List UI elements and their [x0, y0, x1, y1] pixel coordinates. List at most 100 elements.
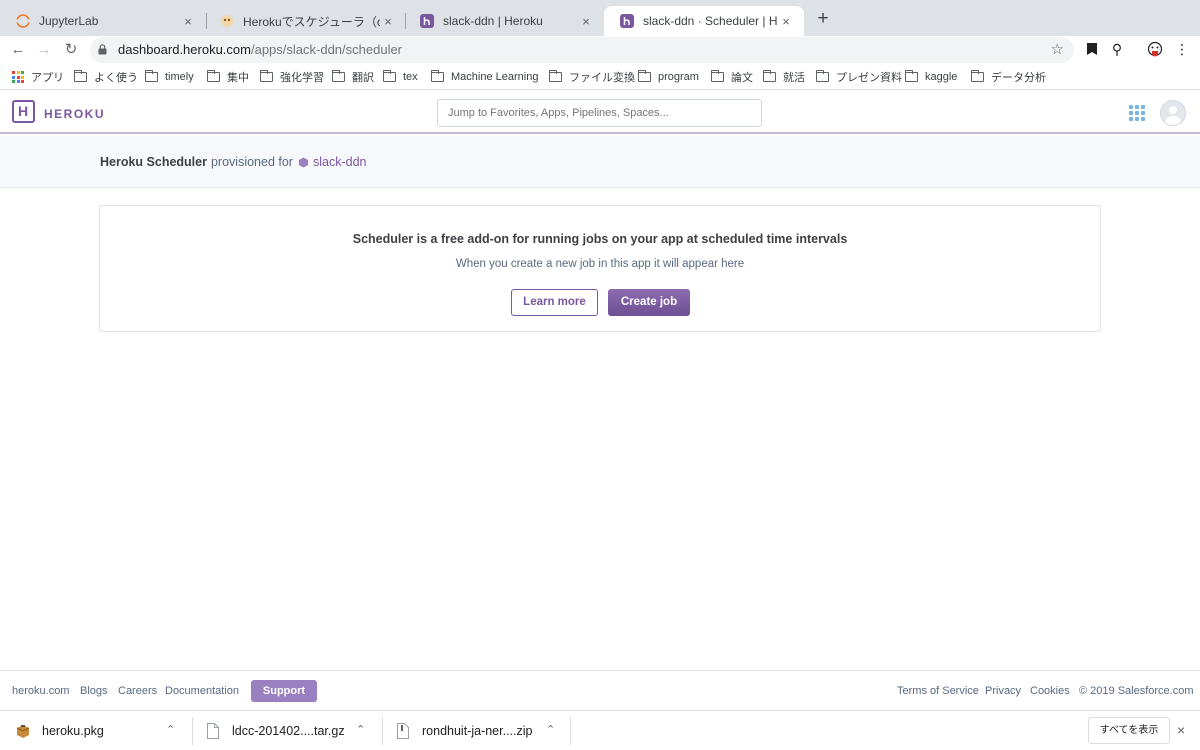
star-icon[interactable]: ☆ — [1051, 40, 1064, 58]
bookmark-folder[interactable]: 翻訳 — [332, 70, 374, 84]
bookmark-folder[interactable]: データ分析 — [971, 70, 1046, 84]
footer-link-heroku[interactable]: heroku.com — [12, 685, 69, 697]
lock-icon — [98, 44, 107, 55]
folder-icon — [74, 70, 87, 82]
jupyter-icon — [16, 14, 30, 28]
folder-icon — [145, 70, 158, 82]
download-divider — [570, 717, 571, 745]
download-item[interactable]: ldcc-201402....tar.gz ⌃ — [206, 711, 376, 750]
browser-tab-strip: JupyterLab × Herokuでスケジューラ（cron）を × slac… — [0, 0, 1200, 36]
folder-icon — [332, 70, 345, 82]
addon-subheader: Heroku Scheduler provisioned for slack-d… — [0, 136, 1200, 188]
search-extension-icon[interactable]: ⚲ — [1108, 40, 1126, 58]
folder-icon — [905, 70, 918, 82]
create-job-button[interactable]: Create job — [608, 289, 690, 316]
bookmark-folder[interactable]: プレゼン資料 — [816, 70, 902, 84]
support-button[interactable]: Support — [251, 680, 317, 702]
url-text: dashboard.heroku.com/apps/slack-ddn/sche… — [118, 42, 402, 57]
bookmark-label: ファイル変換 — [569, 72, 635, 84]
provisioned-label: provisioned for — [210, 155, 293, 169]
addon-name: Heroku Scheduler — [100, 155, 207, 169]
heroku-favicon-icon — [620, 14, 634, 28]
heroku-favicon-icon — [420, 14, 434, 28]
tab-heroku-scheduler-article[interactable]: Herokuでスケジューラ（cron）を × — [204, 6, 406, 36]
close-icon[interactable]: × — [578, 14, 594, 29]
download-item[interactable]: rondhuit-ja-ner....zip ⌃ — [396, 711, 566, 750]
close-icon[interactable]: × — [778, 14, 794, 29]
download-divider — [192, 717, 193, 745]
app-link[interactable]: slack-ddn — [313, 155, 367, 169]
face-extension-icon[interactable] — [1146, 40, 1164, 58]
bookmark-folder[interactable]: 論文 — [711, 70, 753, 84]
bookmark-folder[interactable]: ファイル変換 — [549, 70, 635, 84]
heroku-brand[interactable]: HEROKU — [44, 107, 105, 121]
bookmark-label: 論文 — [731, 72, 753, 84]
empty-state-subtitle: When you create a new job in this app it… — [455, 258, 745, 270]
close-icon[interactable]: × — [180, 14, 196, 29]
bookmark-label: program — [658, 71, 699, 83]
bookmark-folder[interactable]: 集中 — [207, 70, 249, 84]
bookmark-apps[interactable]: アプリ — [12, 70, 64, 84]
forward-arrow-icon[interactable]: → — [35, 41, 53, 59]
empty-state-card: Scheduler is a free add-on for running j… — [99, 205, 1101, 332]
reload-icon[interactable]: ↻ — [62, 41, 80, 59]
breadcrumb: Heroku Scheduler provisioned for slack-d… — [100, 155, 366, 169]
bookmark-folder[interactable]: kaggle — [905, 70, 957, 84]
bookmark-folder[interactable]: tex — [383, 70, 418, 84]
tab-slack-ddn[interactable]: slack-ddn | Heroku × — [404, 6, 604, 36]
download-filename: ldcc-201402....tar.gz — [232, 724, 345, 738]
learn-more-button[interactable]: Learn more — [511, 289, 598, 316]
app-hexagon-icon — [298, 156, 309, 168]
footer-link-blogs[interactable]: Blogs — [80, 685, 108, 697]
bookmark-folder[interactable]: 強化学習 — [260, 70, 324, 84]
bookmark-folder[interactable]: 就活 — [763, 70, 805, 84]
chevron-up-icon[interactable]: ⌃ — [356, 723, 365, 736]
apps-grid-icon — [12, 71, 24, 83]
browser-menu-icon[interactable]: ⋮ — [1173, 40, 1191, 58]
download-item[interactable]: heroku.pkg ⌃ — [16, 711, 186, 750]
bookmark-folder[interactable]: program — [638, 70, 699, 84]
folder-icon — [431, 70, 444, 82]
footer-link-documentation[interactable]: Documentation — [165, 685, 239, 697]
heroku-logo-icon[interactable]: H — [12, 100, 35, 123]
bookmark-label: データ分析 — [991, 72, 1046, 84]
footer-link-careers[interactable]: Careers — [118, 685, 157, 697]
avatar[interactable] — [1160, 100, 1186, 126]
chevron-up-icon[interactable]: ⌃ — [166, 723, 175, 736]
tab-title: slack-ddn · Scheduler | Heroku — [643, 14, 778, 28]
bookmark-extension-icon[interactable] — [1083, 40, 1101, 58]
bookmark-label: よく使う — [94, 72, 138, 84]
bookmark-label: tex — [403, 71, 418, 83]
download-filename: rondhuit-ja-ner....zip — [422, 724, 533, 738]
bookmark-label: 集中 — [227, 72, 249, 84]
tab-title: JupyterLab — [39, 14, 99, 28]
folder-icon — [971, 70, 984, 82]
copyright: © 2019 Salesforce.com — [1079, 685, 1194, 697]
logo-letter: H — [18, 103, 29, 119]
show-all-downloads-button[interactable]: すべてを表示 — [1088, 717, 1170, 744]
search-input[interactable] — [437, 99, 762, 127]
apps-menu-icon[interactable] — [1129, 105, 1145, 121]
bookmark-label: アプリ — [31, 72, 64, 84]
folder-icon — [383, 70, 396, 82]
folder-icon — [638, 70, 651, 82]
folder-icon — [260, 70, 273, 82]
back-arrow-icon[interactable]: ← — [9, 41, 27, 59]
bookmark-folder[interactable]: Machine Learning — [431, 70, 538, 84]
tab-title: Herokuでスケジューラ（cron）を — [243, 14, 380, 29]
package-icon — [16, 725, 30, 738]
close-icon[interactable]: × — [1177, 722, 1185, 738]
new-tab-button[interactable]: + — [813, 9, 833, 29]
close-icon[interactable]: × — [380, 14, 396, 29]
bookmark-folder[interactable]: timely — [145, 70, 194, 84]
footer-link-privacy[interactable]: Privacy — [985, 685, 1021, 697]
folder-icon — [207, 70, 220, 82]
url-path: /apps/slack-ddn/scheduler — [250, 42, 403, 57]
footer-link-terms[interactable]: Terms of Service — [897, 685, 979, 697]
tab-slack-ddn-scheduler[interactable]: slack-ddn · Scheduler | Heroku × — [604, 6, 804, 36]
bookmark-folder[interactable]: よく使う — [74, 70, 138, 84]
tab-jupyterlab[interactable]: JupyterLab × — [0, 6, 206, 36]
chevron-up-icon[interactable]: ⌃ — [546, 723, 555, 736]
address-bar[interactable]: dashboard.heroku.com/apps/slack-ddn/sche… — [90, 37, 1074, 63]
footer-link-cookies[interactable]: Cookies — [1030, 685, 1070, 697]
